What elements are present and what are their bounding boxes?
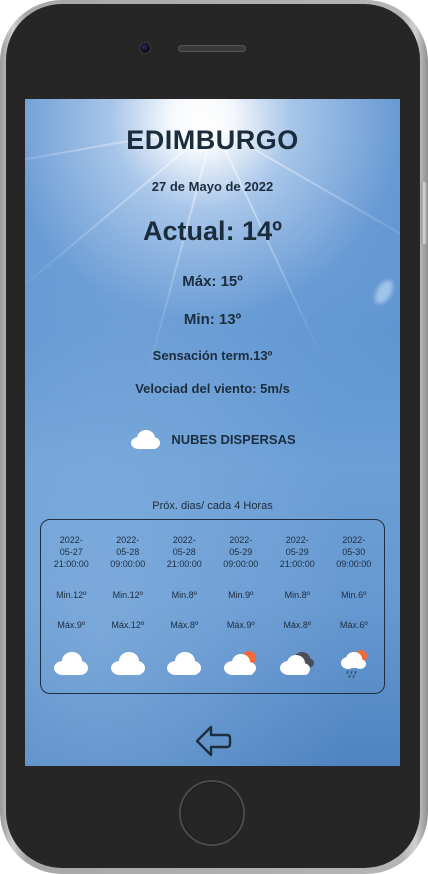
- sun-ray: [145, 125, 215, 378]
- forecast-max: Máx.9º: [57, 620, 86, 630]
- forecast-min: Min.9º: [228, 590, 254, 600]
- forecast-min: Min.8º: [171, 590, 197, 600]
- wind-speed: Velociad del viento: 5m/s: [135, 381, 290, 396]
- dark-cloud-icon: [280, 652, 315, 675]
- max-temperature: Máx: 15º: [182, 273, 243, 290]
- weather-screen: EDIMBURGO 27 de Mayo de 2022 Actual: 14º…: [25, 99, 400, 766]
- camera-icon: [139, 42, 151, 54]
- forecast-datetime: 2022- 05-30 09:00:00: [336, 535, 372, 569]
- forecast-min: Min.12º: [112, 590, 143, 600]
- forecast-max: Máx.6º: [339, 620, 368, 630]
- forecast-min: Min.8º: [284, 590, 310, 600]
- min-temperature: Min: 13º: [183, 311, 242, 328]
- side-button: [421, 182, 427, 244]
- phone-frame: EDIMBURGO 27 de Mayo de 2022 Actual: 14º…: [0, 0, 428, 874]
- cloud-icon: [54, 652, 89, 675]
- forecast-item: 2022- 05-27 21:00:00 Min.12º Máx.9º: [44, 520, 98, 693]
- current-temperature: Actual: 14º: [143, 216, 282, 246]
- weather-description: NUBES DISPERSAS: [25, 427, 400, 451]
- weather-description-text: NUBES DISPERSAS: [171, 431, 296, 447]
- forecast-min: Min.12º: [56, 590, 87, 600]
- forecast-datetime: 2022- 05-29 09:00:00: [223, 535, 259, 569]
- feels-like: Sensación term.13º: [152, 348, 273, 363]
- speaker-grille: [178, 45, 246, 52]
- forecast-item: 2022- 05-29 21:00:00 Min.8º Máx.8º: [270, 520, 324, 693]
- rain-cloud-icon: [340, 650, 367, 678]
- cloud-icon: [110, 652, 145, 675]
- forecast-title: Próx. dias/ cada 4 Horas: [152, 500, 273, 512]
- back-arrow-icon[interactable]: [193, 723, 233, 759]
- forecast-datetime: 2022- 05-29 21:00:00: [279, 535, 315, 569]
- home-button[interactable]: [179, 780, 245, 846]
- forecast-max: Máx.9º: [226, 620, 255, 630]
- cloud-icon: [167, 652, 202, 675]
- current-date: 27 de Mayo de 2022: [151, 179, 274, 194]
- forecast-panel: 2022- 05-27 21:00:00 Min.12º Máx.9º 2022…: [40, 519, 385, 694]
- forecast-item: 2022- 05-30 09:00:00 Min.6º Máx.6º: [327, 520, 381, 693]
- forecast-item: 2022- 05-29 09:00:00 Min.9º Máx.9º: [214, 520, 268, 693]
- forecast-max: Máx.12º: [111, 620, 145, 630]
- cloud-icon: [131, 430, 161, 449]
- forecast-datetime: 2022- 05-27 21:00:00: [53, 535, 89, 569]
- forecast-item: 2022- 05-28 09:00:00 Min.12º Máx.12º: [101, 520, 155, 693]
- forecast-datetime: 2022- 05-28 09:00:00: [110, 535, 146, 569]
- forecast-max: Máx.8º: [283, 620, 312, 630]
- forecast-item: 2022- 05-28 21:00:00 Min.8º Máx.8º: [157, 520, 211, 693]
- city-title: EDIMBURGO: [126, 125, 299, 155]
- forecast-min: Min.6º: [341, 590, 367, 600]
- forecast-datetime: 2022- 05-28 21:00:00: [166, 535, 202, 569]
- forecast-max: Máx.8º: [170, 620, 199, 630]
- sun-behind-cloud-icon: [223, 651, 256, 675]
